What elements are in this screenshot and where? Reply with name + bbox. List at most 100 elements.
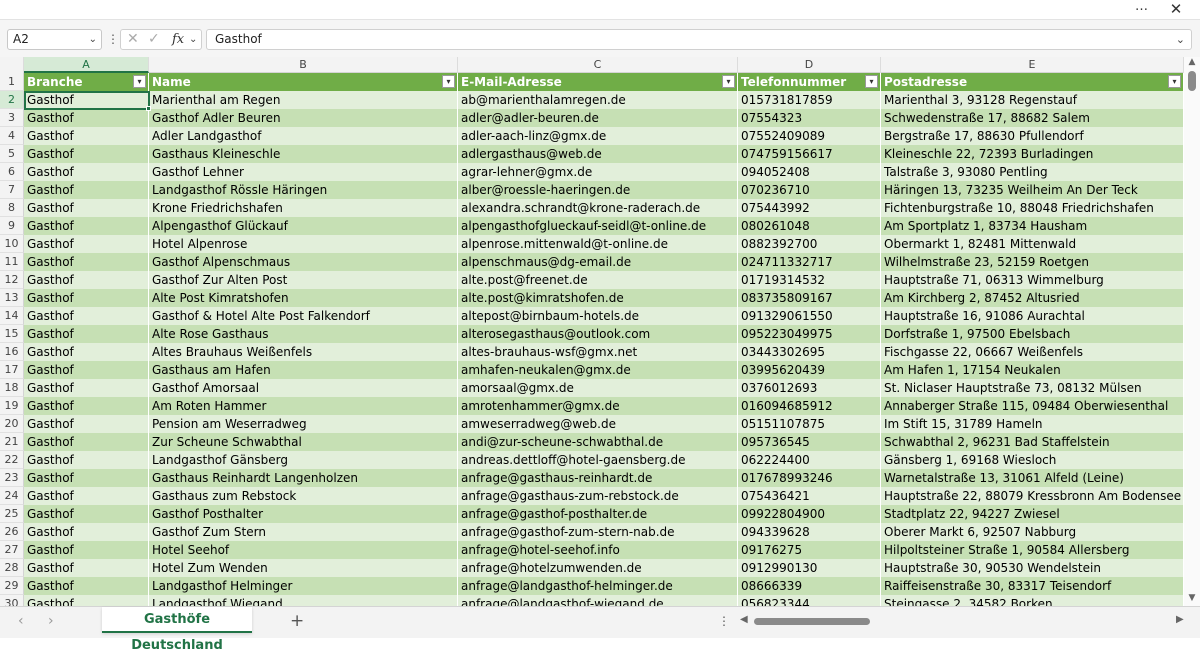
column-header-c[interactable]: C <box>458 57 738 73</box>
cell-adresse[interactable]: Kleineschle 22, 72393 Burladingen <box>881 145 1184 163</box>
cell-email[interactable]: adlergasthaus@web.de <box>458 145 738 163</box>
cell-branche[interactable]: Gasthof <box>24 163 149 181</box>
cell-email[interactable]: anfrage@gasthof-zum-stern-nab.de <box>458 523 738 541</box>
cell-name[interactable]: Gasthof Amorsaal <box>149 379 458 397</box>
cell-adresse[interactable]: Bergstraße 17, 88630 Pfullendorf <box>881 127 1184 145</box>
row-header[interactable]: 15 <box>0 325 24 343</box>
cell-name[interactable]: Landgasthof Gänsberg <box>149 451 458 469</box>
cell-email[interactable]: altepost@birnbaum-hotels.de <box>458 307 738 325</box>
cell-telefon[interactable]: 01719314532 <box>738 271 881 289</box>
cell-email[interactable]: adler@adler-beuren.de <box>458 109 738 127</box>
row-header[interactable]: 24 <box>0 487 24 505</box>
chevron-right-icon[interactable]: › <box>48 613 54 629</box>
sheet-tab-active[interactable]: Gasthöfe Deutschland <box>102 607 252 653</box>
cell-name[interactable]: Krone Friedrichshafen <box>149 199 458 217</box>
cell-telefon[interactable]: 0376012693 <box>738 379 881 397</box>
cell-adresse[interactable]: Fichtenburgstraße 10, 88048 Friedrichsha… <box>881 199 1184 217</box>
cell-adresse[interactable]: Hilpoltsteiner Straße 1, 90584 Allersber… <box>881 541 1184 559</box>
cell-name[interactable]: Marienthal am Regen <box>149 91 458 109</box>
cell-email[interactable]: alte.post@freenet.de <box>458 271 738 289</box>
cell-branche[interactable]: Gasthof <box>24 217 149 235</box>
cell-name[interactable]: Alpengasthof Glückauf <box>149 217 458 235</box>
scroll-left-icon[interactable]: ◀ <box>740 614 748 625</box>
cell-adresse[interactable]: Warnetalstraße 13, 31061 Alfeld (Leine) <box>881 469 1184 487</box>
filter-dropdown-icon[interactable]: ▾ <box>722 75 735 88</box>
cell-branche[interactable]: Gasthof <box>24 379 149 397</box>
cell-name[interactable]: Hotel Alpenrose <box>149 235 458 253</box>
cell-email[interactable]: amhafen-neukalen@gmx.de <box>458 361 738 379</box>
cell-telefon[interactable]: 056823344 <box>738 595 881 606</box>
cell-telefon[interactable]: 080261048 <box>738 217 881 235</box>
cell-name[interactable]: Zur Scheune Schwabthal <box>149 433 458 451</box>
cell-telefon[interactable]: 07552409089 <box>738 127 881 145</box>
cell-telefon[interactable]: 094339628 <box>738 523 881 541</box>
cell-email[interactable]: andi@zur-scheune-schwabthal.de <box>458 433 738 451</box>
cell-branche[interactable]: Gasthof <box>24 469 149 487</box>
cell-adresse[interactable]: St. Niclaser Hauptstraße 73, 08132 Mülse… <box>881 379 1184 397</box>
cancel-icon[interactable]: ✕ <box>127 30 139 49</box>
cell-branche[interactable]: Gasthof <box>24 523 149 541</box>
vertical-scroll-thumb[interactable] <box>1188 71 1196 91</box>
cell-telefon[interactable]: 094052408 <box>738 163 881 181</box>
column-header-b[interactable]: B <box>149 57 458 73</box>
cell-telefon[interactable]: 015731817859 <box>738 91 881 109</box>
cell-adresse[interactable]: Hauptstraße 30, 90530 Wendelstein <box>881 559 1184 577</box>
cell-email[interactable]: alte.post@kimratshofen.de <box>458 289 738 307</box>
cell-branche[interactable]: Gasthof <box>24 199 149 217</box>
cell-email[interactable]: agrar-lehner@gmx.de <box>458 163 738 181</box>
cell-adresse[interactable]: Dorfstraße 1, 97500 Ebelsbach <box>881 325 1184 343</box>
more-options-icon[interactable]: … <box>1132 0 1152 18</box>
cell-email[interactable]: ab@marienthalamregen.de <box>458 91 738 109</box>
function-icon[interactable]: fx <box>172 30 184 49</box>
cell-branche[interactable]: Gasthof <box>24 343 149 361</box>
cell-telefon[interactable]: 070236710 <box>738 181 881 199</box>
cell-branche[interactable]: Gasthof <box>24 433 149 451</box>
cell-email[interactable]: anfrage@landgasthof-helminger.de <box>458 577 738 595</box>
cell-name[interactable]: Gasthaus am Hafen <box>149 361 458 379</box>
cell-telefon[interactable]: 091329061550 <box>738 307 881 325</box>
row-header[interactable]: 26 <box>0 523 24 541</box>
cell-adresse[interactable]: Im Stift 15, 31789 Hameln <box>881 415 1184 433</box>
cell-adresse[interactable]: Am Hafen 1, 17154 Neukalen <box>881 361 1184 379</box>
cell-adresse[interactable]: Fischgasse 22, 06667 Weißenfels <box>881 343 1184 361</box>
cell-name[interactable]: Alte Rose Gasthaus <box>149 325 458 343</box>
add-sheet-icon[interactable]: + <box>290 611 304 631</box>
row-header[interactable]: 14 <box>0 307 24 325</box>
cell-branche[interactable]: Gasthof <box>24 397 149 415</box>
cell-telefon[interactable]: 03995620439 <box>738 361 881 379</box>
row-header[interactable]: 5 <box>0 145 24 163</box>
row-header[interactable]: 2 <box>0 91 24 109</box>
check-icon[interactable]: ✓ <box>148 30 160 49</box>
cell-telefon[interactable]: 07554323 <box>738 109 881 127</box>
vertical-dots-icon[interactable]: ⋮ <box>718 614 730 628</box>
row-header[interactable]: 21 <box>0 433 24 451</box>
row-header[interactable]: 25 <box>0 505 24 523</box>
scroll-right-icon[interactable]: ▶ <box>1176 614 1184 625</box>
cell-adresse[interactable]: Talstraße 3, 93080 Pentling <box>881 163 1184 181</box>
cell-email[interactable]: amrotenhammer@gmx.de <box>458 397 738 415</box>
filter-dropdown-icon[interactable]: ▾ <box>442 75 455 88</box>
cell-branche[interactable]: Gasthof <box>24 415 149 433</box>
cell-branche[interactable]: Gasthof <box>24 307 149 325</box>
cell-branche[interactable]: Gasthof <box>24 559 149 577</box>
cell-telefon[interactable]: 083735809167 <box>738 289 881 307</box>
formula-input[interactable]: Gasthof ⌄ <box>206 29 1192 50</box>
cell-adresse[interactable]: Oberer Markt 6, 92507 Nabburg <box>881 523 1184 541</box>
header-cell-telefon[interactable]: Telefonnummer ▾ <box>738 73 881 91</box>
cell-name[interactable]: Landgasthof Wiegand <box>149 595 458 606</box>
cell-name[interactable]: Landgasthof Helminger <box>149 577 458 595</box>
cell-email[interactable]: amweserradweg@web.de <box>458 415 738 433</box>
cell-name[interactable]: Gasthof Lehner <box>149 163 458 181</box>
cell-email[interactable]: anfrage@gasthof-posthalter.de <box>458 505 738 523</box>
column-header-d[interactable]: D <box>738 57 881 73</box>
cell-branche[interactable]: Gasthof <box>24 181 149 199</box>
cell-email[interactable]: anfrage@gasthaus-reinhardt.de <box>458 469 738 487</box>
cell-email[interactable]: alpengasthofglueckauf-seidl@t-online.de <box>458 217 738 235</box>
header-cell-adresse[interactable]: Postadresse ▾ <box>881 73 1184 91</box>
cell-branche[interactable]: Gasthof <box>24 595 149 606</box>
select-all-corner[interactable] <box>0 57 24 73</box>
cell-telefon[interactable]: 09176275 <box>738 541 881 559</box>
row-header[interactable]: 22 <box>0 451 24 469</box>
row-header[interactable]: 19 <box>0 397 24 415</box>
cell-name[interactable]: Am Roten Hammer <box>149 397 458 415</box>
